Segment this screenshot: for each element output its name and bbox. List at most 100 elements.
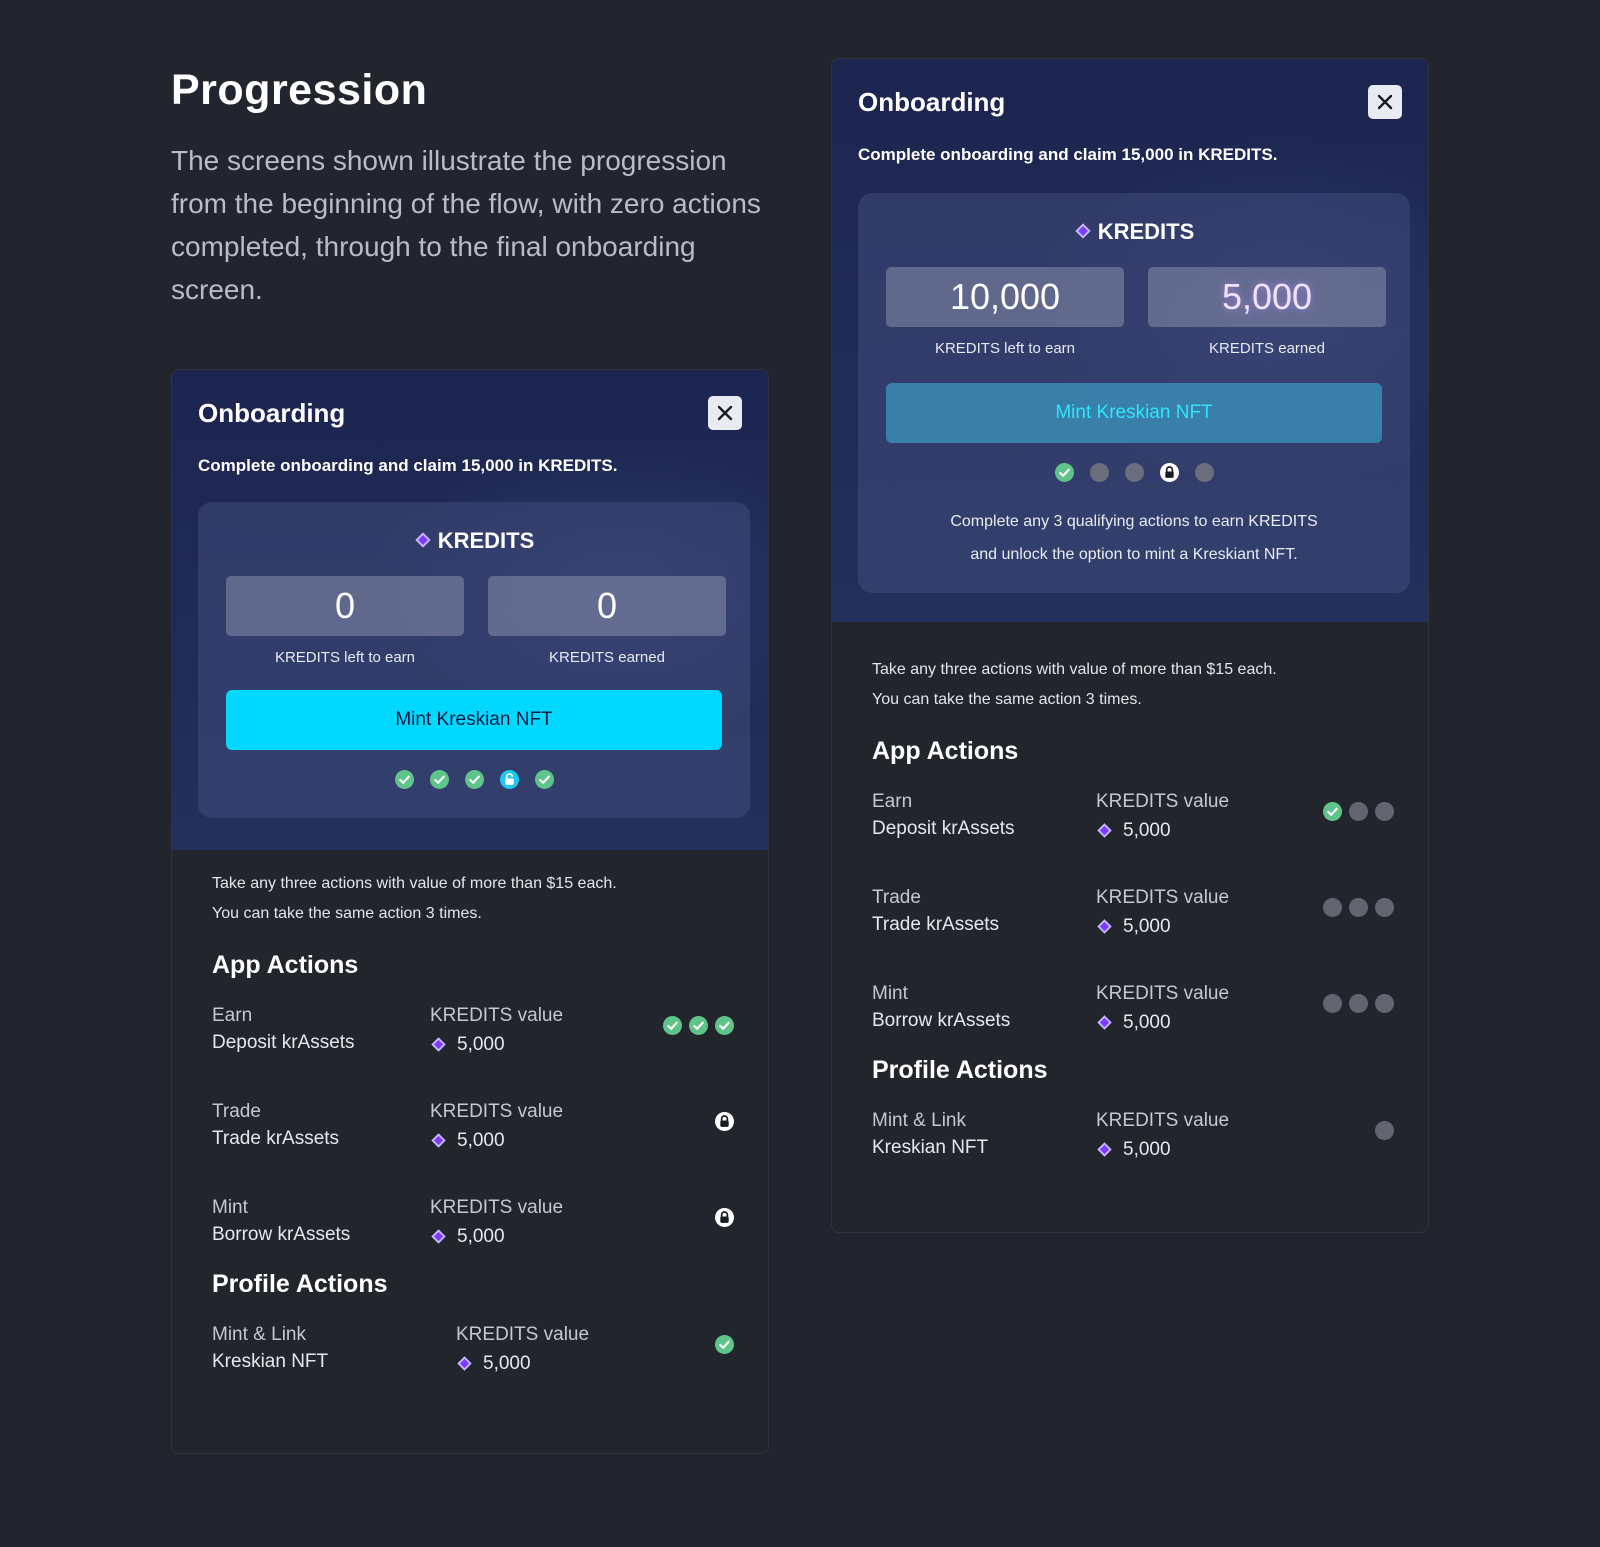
action-kredits: KREDITS value 5,000: [1096, 884, 1229, 940]
kredits-value-label: KREDITS value: [430, 1197, 564, 1218]
kredits-value: 5,000: [430, 1223, 563, 1250]
action-status: [1323, 802, 1394, 821]
mint-nft-button[interactable]: Mint Kreskian NFT: [886, 383, 1382, 443]
action-row-profile[interactable]: Mint & Link Kreskian NFT KREDITS value 5…: [212, 1299, 734, 1395]
check-icon: [715, 1335, 734, 1354]
kredits-value: 5,000: [1096, 817, 1229, 844]
action-row-profile[interactable]: Mint & Link Kreskian NFT KREDITS value 5…: [872, 1085, 1394, 1181]
rules-text: Take any three actions with value of mor…: [872, 655, 1394, 715]
mint-nft-button[interactable]: Mint Kreskian NFT: [226, 690, 722, 750]
kredits-amount: 5,000: [483, 1353, 531, 1374]
kredits-amount: 5,000: [1123, 916, 1171, 937]
check-icon: [430, 770, 449, 789]
action-kredits: KREDITS value 5,000: [430, 1194, 563, 1250]
kredits-panel: KREDITS 10,000 KREDITS left to earn 5,00…: [858, 193, 1410, 593]
check-icon: [535, 770, 554, 789]
status-pending: [1323, 898, 1342, 917]
action-category: Mint & Link: [872, 1110, 966, 1131]
rules-line: Take any three actions with value of mor…: [872, 661, 1277, 678]
kredits-amount: 5,000: [1123, 1139, 1171, 1160]
kredits-diamond-icon: [1096, 1141, 1113, 1158]
kredits-earned-stat: 0 KREDITS earned: [488, 576, 726, 666]
kredits-amount: 5,000: [457, 1034, 505, 1055]
kredits-value: 5,000: [1096, 1009, 1229, 1036]
close-button[interactable]: [708, 396, 742, 430]
check-icon: [663, 1016, 682, 1035]
action-name: Mint Borrow krAssets: [872, 980, 1010, 1034]
status-pending: [1349, 802, 1368, 821]
action-row-trade[interactable]: Trade Trade krAssets KREDITS value 5,000: [872, 862, 1394, 958]
kredits-description-line: Complete any 3 qualifying actions to ear…: [950, 513, 1318, 530]
onboarding-subtitle: Complete onboarding and claim 15,000 in …: [198, 456, 618, 475]
status-pending: [1349, 994, 1368, 1013]
kredits-amount: 5,000: [1123, 820, 1171, 841]
action-row-earn[interactable]: Earn Deposit krAssets KREDITS value 5,00…: [872, 766, 1394, 862]
action-title: Kreskian NFT: [872, 1137, 989, 1158]
kredits-value-label: KREDITS value: [1096, 983, 1230, 1004]
action-title: Borrow krAssets: [212, 1224, 351, 1245]
status-pending: [1375, 898, 1394, 917]
step-done: [429, 770, 449, 789]
onboarding-title: Onboarding: [198, 398, 346, 428]
page-title: Progression: [171, 66, 428, 114]
status-done: [663, 1016, 682, 1035]
kredits-diamond-icon: [456, 1355, 473, 1372]
kredits-diamond-icon: [430, 1036, 447, 1053]
action-status: [1375, 1121, 1394, 1140]
check-icon: [1055, 463, 1074, 482]
kredits-diamond-icon: [1074, 222, 1092, 240]
action-row-mint[interactable]: Mint Borrow krAssets KREDITS value 5,000: [212, 1172, 734, 1268]
status-pending: [1349, 898, 1368, 917]
action-row-earn[interactable]: Earn Deposit krAssets KREDITS value 5,00…: [212, 980, 734, 1076]
close-icon: [715, 403, 735, 423]
action-status: [663, 1016, 734, 1035]
step-unlocked: [499, 770, 519, 789]
kredits-heading-label: KREDITS: [1097, 219, 1195, 244]
kredits-value-label: KREDITS value: [430, 1101, 564, 1122]
action-title: Trade krAssets: [872, 914, 1000, 935]
rules-line: You can take the same action 3 times.: [872, 691, 1142, 708]
kredits-value: 5,000: [456, 1350, 589, 1377]
action-category: Mint: [872, 983, 908, 1004]
lock-icon: [1160, 463, 1179, 482]
kredits-heading: KREDITS: [858, 219, 1410, 245]
kredits-description-line: and unlock the option to mint a Kreskian…: [970, 546, 1298, 563]
action-name: Earn Deposit krAssets: [872, 788, 1015, 842]
kredits-diamond-icon: [430, 1228, 447, 1245]
kredits-diamond-icon: [1096, 918, 1113, 935]
app-actions-title: App Actions: [212, 951, 359, 979]
check-icon: [715, 1016, 734, 1035]
unlock-icon: [500, 770, 519, 789]
progress-steps: [198, 770, 750, 789]
kredits-left-value: 0: [226, 576, 464, 636]
action-status: [1323, 994, 1394, 1013]
step-pending: [1089, 463, 1109, 482]
onboarding-hero: Onboarding Complete onboarding and claim…: [832, 59, 1428, 622]
kredits-value: 5,000: [430, 1031, 563, 1058]
app-actions-title: App Actions: [872, 737, 1019, 765]
action-status: [715, 1208, 734, 1227]
action-row-trade[interactable]: Trade Trade krAssets KREDITS value 5,000: [212, 1076, 734, 1172]
kredits-value-label: KREDITS value: [1096, 791, 1230, 812]
kredits-earned-stat: 5,000 KREDITS earned: [1148, 267, 1386, 357]
status-done: [715, 1335, 734, 1354]
kredits-value-label: KREDITS value: [456, 1324, 590, 1345]
kredits-heading: KREDITS: [198, 528, 750, 554]
onboarding-subtitle: Complete onboarding and claim 15,000 in …: [858, 145, 1278, 164]
kredits-left-value: 10,000: [886, 267, 1124, 327]
action-name: Mint Borrow krAssets: [212, 1194, 350, 1248]
action-name: Trade Trade krAssets: [212, 1098, 339, 1152]
check-icon: [689, 1016, 708, 1035]
check-icon: [465, 770, 484, 789]
action-row-mint[interactable]: Mint Borrow krAssets KREDITS value 5,000: [872, 958, 1394, 1054]
kredits-value: 5,000: [430, 1127, 563, 1154]
check-icon: [395, 770, 414, 789]
lock-icon: [715, 1208, 734, 1227]
kredits-amount: 5,000: [457, 1226, 505, 1247]
actions-section: Take any three actions with value of mor…: [872, 655, 1394, 1181]
action-category: Mint & Link: [212, 1324, 306, 1345]
close-button[interactable]: [1368, 85, 1402, 119]
action-name: Mint & Link Kreskian NFT: [872, 1107, 988, 1161]
status-locked: [715, 1112, 734, 1131]
status-pending: [1323, 994, 1342, 1013]
